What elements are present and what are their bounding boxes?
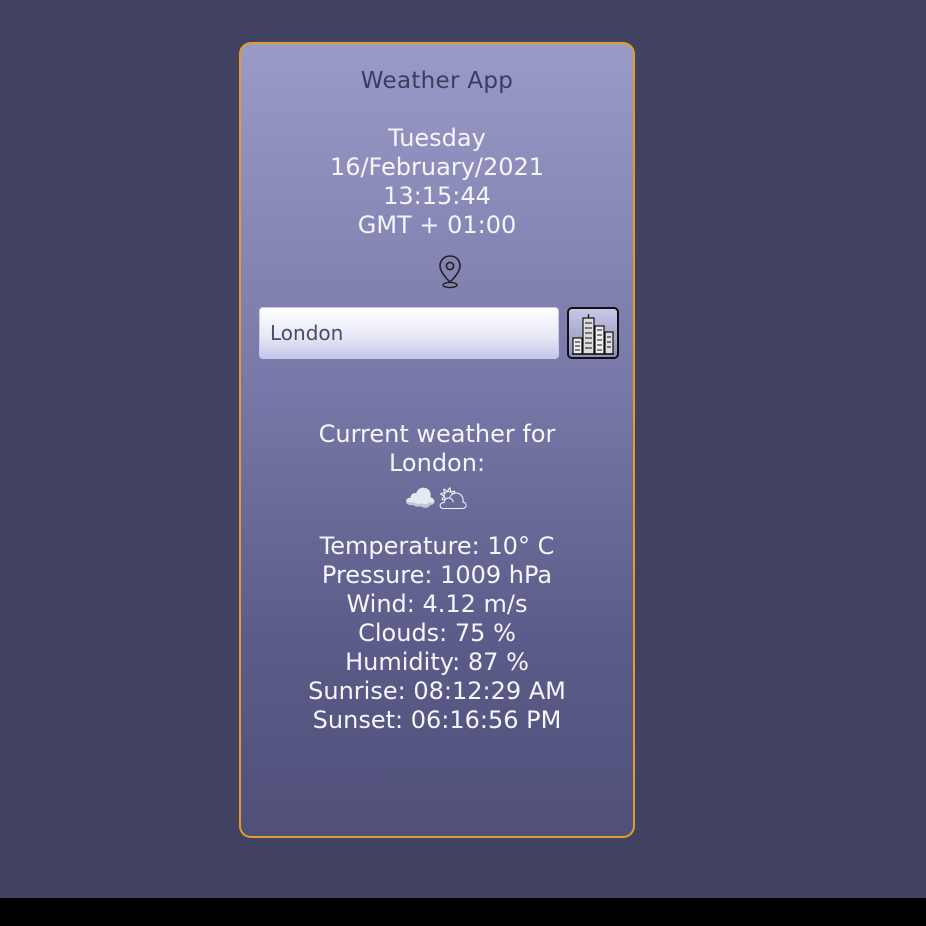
bottom-bar <box>0 898 926 926</box>
weather-condition-icon: ☁️🌥 <box>404 484 470 514</box>
weather-card: Weather App Tuesday 16/February/2021 13:… <box>239 42 635 838</box>
city-buildings-icon <box>572 314 614 355</box>
current-city-label: London: <box>388 449 486 477</box>
sunrise-text: Sunrise: 08:12:29 AM <box>308 677 566 705</box>
current-weather-label: Current weather for <box>318 420 556 448</box>
app-title: Weather App <box>360 68 514 94</box>
timezone-text: GMT + 01:00 <box>357 211 517 239</box>
pressure-text: Pressure: 1009 hPa <box>321 561 553 589</box>
search-row <box>259 307 619 359</box>
humidity-text: Humidity: 87 % <box>345 648 529 676</box>
location-pin-icon[interactable] <box>437 254 463 290</box>
time-text: 13:15:44 <box>383 182 491 210</box>
city-search-input[interactable] <box>259 307 559 359</box>
page-background: Weather App Tuesday 16/February/2021 13:… <box>0 0 926 898</box>
current-weather-heading: Current weather for London: <box>241 420 633 478</box>
weather-stats: Temperature: 10° C Pressure: 1009 hPa Wi… <box>241 532 633 735</box>
search-city-button[interactable] <box>567 307 619 359</box>
day-text: Tuesday <box>388 124 486 152</box>
date-text: 16/February/2021 <box>329 153 545 181</box>
wind-text: Wind: 4.12 m/s <box>346 590 528 618</box>
datetime-block: Tuesday 16/February/2021 13:15:44 GMT + … <box>241 124 633 240</box>
clouds-text: Clouds: 75 % <box>358 619 516 647</box>
temperature-text: Temperature: 10° C <box>319 532 555 560</box>
sunset-text: Sunset: 06:16:56 PM <box>312 706 562 734</box>
